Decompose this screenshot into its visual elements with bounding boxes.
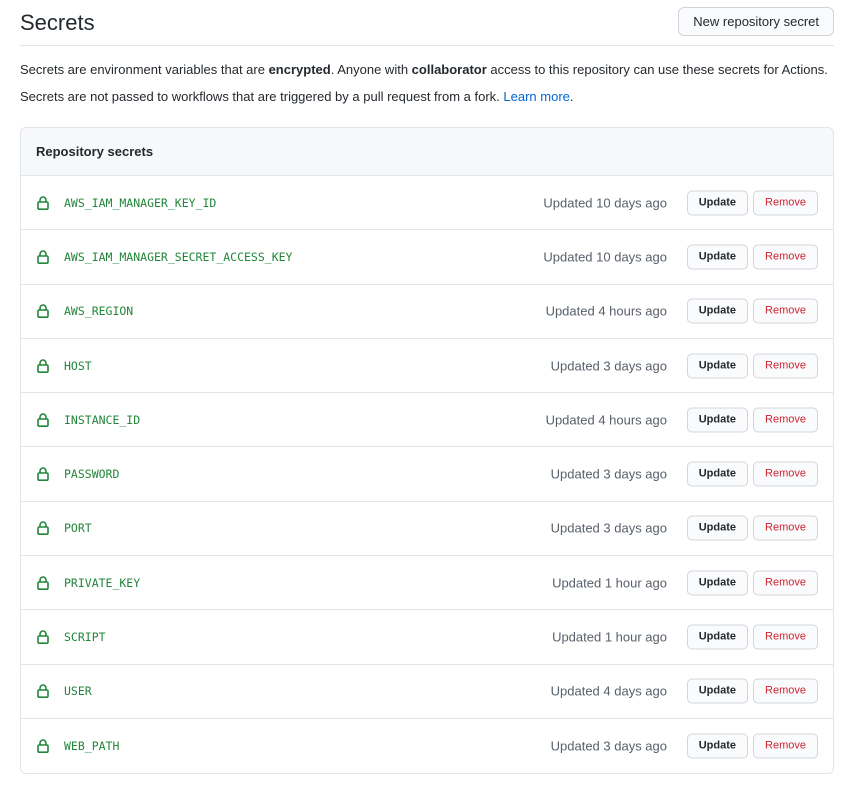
update-secret-button[interactable]: Update — [686, 407, 748, 433]
secret-row: AWS_IAM_MANAGER_KEY_ID Updated 10 days ag… — [21, 176, 833, 231]
secret-row: INSTANCE_ID Updated 4 hours ago Update Remo… — [21, 393, 833, 448]
remove-secret-button[interactable]: Remove — [753, 570, 818, 596]
desc1-part-e: access to this repository can use these … — [486, 62, 828, 77]
secret-name: PRIVATE_KEY — [64, 575, 141, 590]
secret-updated-time: Updated 4 days ago — [550, 683, 667, 699]
remove-secret-button[interactable]: Remove — [753, 624, 818, 650]
desc1-encrypted: encrypted — [268, 62, 331, 77]
desc1-part-a: Secrets are environment variables that a… — [20, 62, 269, 77]
secret-updated-time: Updated 3 days ago — [550, 520, 667, 536]
lock-icon — [37, 684, 49, 699]
lock-icon — [37, 304, 49, 319]
lock-icon — [37, 413, 49, 427]
lock-icon — [37, 739, 49, 754]
update-secret-button[interactable]: Update — [686, 733, 748, 759]
new-repository-secret-button[interactable]: New repository secret — [678, 7, 834, 36]
update-secret-button[interactable]: Update — [686, 515, 748, 541]
description-fork: Secrets are not passed to workflows that… — [20, 89, 574, 104]
secret-name: PORT — [64, 521, 92, 536]
secret-updated-time: Updated 1 hour ago — [552, 575, 667, 591]
lock-icon — [37, 358, 49, 373]
secret-updated-time: Updated 10 days ago — [543, 249, 667, 265]
update-secret-button[interactable]: Update — [686, 244, 748, 270]
secret-updated-time: Updated 3 days ago — [550, 358, 667, 374]
lock-icon — [37, 467, 49, 482]
remove-secret-button[interactable]: Remove — [753, 407, 818, 433]
secret-name: HOST — [64, 358, 92, 373]
secret-row: HOST Updated 3 days ago Update Remove — [21, 339, 833, 394]
update-secret-button[interactable]: Update — [686, 298, 748, 324]
secret-row: SCRIPT Updated 1 hour ago Update Remove — [21, 610, 833, 665]
secret-name: AWS_IAM_MANAGER_KEY_ID — [64, 195, 217, 210]
secret-name: PASSWORD — [64, 467, 120, 482]
update-secret-button[interactable]: Update — [686, 570, 748, 596]
desc1-collaborator: collaborator — [411, 62, 487, 77]
update-secret-button[interactable]: Update — [686, 624, 748, 650]
secret-updated-time: Updated 10 days ago — [543, 195, 667, 211]
page-header: Secrets New repository secret — [20, 0, 834, 46]
secret-updated-time: Updated 1 hour ago — [552, 629, 667, 645]
secret-row: WEB_PATH Updated 3 days ago Update Remove — [21, 719, 833, 773]
remove-secret-button[interactable]: Remove — [753, 190, 818, 216]
remove-secret-button[interactable]: Remove — [753, 461, 818, 487]
update-secret-button[interactable]: Update — [686, 353, 748, 379]
description-encrypted: Secrets are environment variables that a… — [20, 62, 828, 77]
secret-name: WEB_PATH — [64, 739, 120, 754]
lock-icon — [37, 575, 49, 590]
secret-updated-time: Updated 4 hours ago — [545, 412, 667, 428]
secret-updated-time: Updated 4 hours ago — [545, 303, 667, 319]
remove-secret-button[interactable]: Remove — [753, 298, 818, 324]
secret-row: AWS_IAM_MANAGER_SECRET_ACCESS_KEY Updated… — [21, 230, 833, 285]
lock-icon — [37, 521, 49, 536]
update-secret-button[interactable]: Update — [686, 678, 748, 704]
secret-name: AWS_IAM_MANAGER_SECRET_ACCESS_KEY — [64, 249, 293, 264]
secrets-list: AWS_IAM_MANAGER_KEY_ID Updated 10 days ag… — [21, 176, 833, 773]
secret-name: USER — [64, 684, 92, 699]
lock-icon — [37, 195, 49, 210]
page-title: Secrets — [20, 10, 95, 35]
secret-row: AWS_REGION Updated 4 hours ago Update Remov… — [21, 285, 833, 339]
remove-secret-button[interactable]: Remove — [753, 515, 818, 541]
desc2-part-a: Secrets are not passed to workflows that… — [20, 89, 504, 104]
repository-secrets-box: Repository secrets AWS_IAM_MANAGER_KEY_I… — [20, 127, 834, 774]
remove-secret-button[interactable]: Remove — [753, 244, 818, 270]
box-title: Repository secrets — [36, 144, 154, 159]
remove-secret-button[interactable]: Remove — [753, 678, 818, 704]
update-secret-button[interactable]: Update — [686, 461, 748, 487]
learn-more-link[interactable]: Learn more — [503, 89, 569, 104]
box-header: Repository secrets — [21, 128, 833, 176]
secret-updated-time: Updated 3 days ago — [550, 466, 667, 482]
desc1-part-c: . Anyone with — [330, 62, 412, 77]
lock-icon — [37, 250, 49, 264]
secret-row: PRIVATE_KEY Updated 1 hour ago Update Remov… — [21, 556, 833, 611]
secret-row: PORT Updated 3 days ago Update Remove — [21, 502, 833, 557]
desc2-part-b: . — [569, 89, 574, 104]
lock-icon — [37, 630, 49, 645]
update-secret-button[interactable]: Update — [686, 190, 748, 216]
secret-updated-time: Updated 3 days ago — [550, 738, 667, 754]
remove-secret-button[interactable]: Remove — [753, 353, 818, 379]
secret-row: PASSWORD Updated 3 days ago Update Remove — [21, 447, 833, 502]
secret-name: AWS_REGION — [64, 304, 134, 319]
secret-name: INSTANCE_ID — [64, 412, 141, 427]
secret-name: SCRIPT — [64, 630, 106, 645]
secret-row: USER Updated 4 days ago Update Remove — [21, 665, 833, 719]
remove-secret-button[interactable]: Remove — [753, 733, 818, 759]
